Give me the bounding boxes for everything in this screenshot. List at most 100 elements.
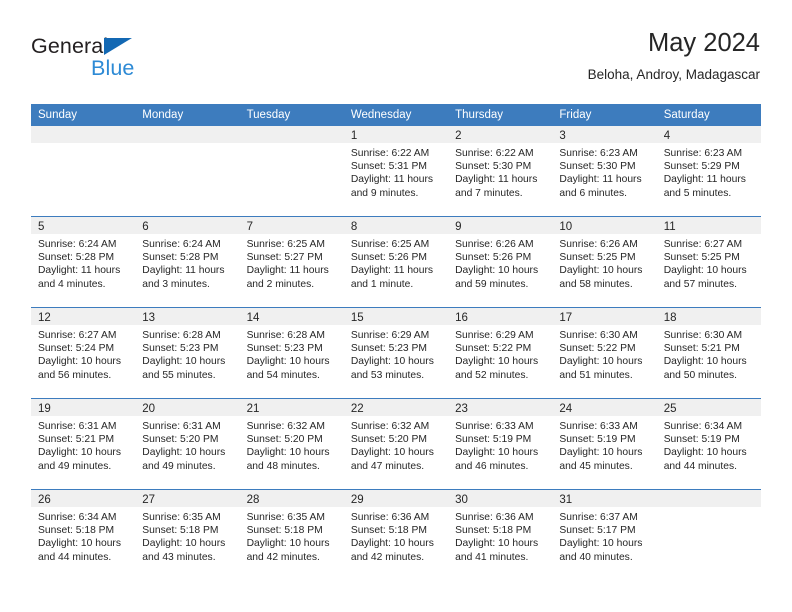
daylight-text-line2: and 50 minutes. <box>663 369 737 381</box>
sunset-text: Sunset: 5:26 PM <box>455 252 532 264</box>
sunset-text: Sunset: 5:31 PM <box>350 161 427 173</box>
daylight-text-line2: and 56 minutes. <box>38 369 112 381</box>
day-details: Sunrise: 6:26 AM Sunset: 5:25 PM Daylight:… <box>552 234 656 291</box>
day-number: 22 <box>343 399 449 416</box>
calendar-day-cell[interactable]: 30 Sunrise: 6:36 AM Sunset: 5:18 PM Dayligh… <box>448 489 553 580</box>
general-blue-logo[interactable]: General Blue <box>31 34 251 86</box>
calendar-day-cell[interactable]: 19 Sunrise: 6:31 AM Sunset: 5:21 PM Dayligh… <box>31 398 136 490</box>
sunrise-text: Sunrise: 6:24 AM <box>142 239 221 250</box>
daylight-text-line1: Daylight: 11 hours <box>663 174 746 186</box>
daylight-text-line1: Daylight: 11 hours <box>350 265 434 277</box>
calendar-day-cell[interactable]: 9 Sunrise: 6:26 AM Sunset: 5:26 PM Daylight… <box>448 216 553 308</box>
day-details: Sunrise: 6:29 AM Sunset: 5:23 PM Daylight:… <box>344 325 448 382</box>
day-number: 26 <box>31 490 136 507</box>
logo-triangle-icon <box>104 38 132 55</box>
sunrise-text: Sunrise: 6:25 AM <box>350 239 430 250</box>
sunset-text: Sunset: 5:26 PM <box>350 252 427 264</box>
sunset-text: Sunset: 5:23 PM <box>142 343 219 355</box>
calendar-day-cell[interactable]: 14 Sunrise: 6:28 AM Sunset: 5:23 PM Dayligh… <box>239 307 344 399</box>
page-subtitle: Beloha, Androy, Madagascar <box>587 67 760 82</box>
calendar-day-cell[interactable]: 7 Sunrise: 6:25 AM Sunset: 5:27 PM Daylight… <box>239 216 344 308</box>
day-number: 5 <box>31 217 136 234</box>
sunset-text: Sunset: 5:18 PM <box>455 525 532 537</box>
sunrise-text: Sunrise: 6:33 AM <box>559 421 638 432</box>
daylight-text-line2: and 9 minutes. <box>350 187 419 199</box>
daylight-text-line2: and 40 minutes. <box>559 551 633 563</box>
calendar-day-cell[interactable]: 6 Sunrise: 6:24 AM Sunset: 5:28 PM Daylight… <box>135 216 240 308</box>
calendar-day-cell[interactable]: 4 Sunrise: 6:23 AM Sunset: 5:29 PM Daylight… <box>656 126 761 217</box>
sunrise-text: Sunrise: 6:31 AM <box>142 421 221 432</box>
calendar-day-cell[interactable]: 13 Sunrise: 6:28 AM Sunset: 5:23 PM Dayligh… <box>135 307 240 399</box>
page-header: General Blue May 2024 Beloha, Androy, Ma… <box>31 28 760 94</box>
sunrise-text: Sunrise: 6:33 AM <box>455 421 534 432</box>
day-number: 13 <box>135 308 240 325</box>
sunrise-text: Sunrise: 6:26 AM <box>455 239 534 250</box>
daylight-text-line1: Daylight: 10 hours <box>246 538 330 550</box>
calendar-day-cell[interactable]: 31 Sunrise: 6:37 AM Sunset: 5:17 PM Dayligh… <box>552 489 657 580</box>
sunrise-text: Sunrise: 6:30 AM <box>559 330 638 341</box>
daylight-text-line2: and 1 minute. <box>350 278 414 290</box>
sunrise-text: Sunrise: 6:28 AM <box>246 330 325 341</box>
calendar-day-cell[interactable]: 12 Sunrise: 6:27 AM Sunset: 5:24 PM Dayligh… <box>31 307 136 399</box>
daylight-text-line1: Daylight: 10 hours <box>350 538 434 550</box>
day-details: Sunrise: 6:37 AM Sunset: 5:17 PM Daylight:… <box>552 507 656 564</box>
sunrise-text: Sunrise: 6:26 AM <box>559 239 638 250</box>
calendar-week-row: 12 Sunrise: 6:27 AM Sunset: 5:24 PM Dayligh… <box>31 307 761 399</box>
calendar-day-cell[interactable]: 11 Sunrise: 6:27 AM Sunset: 5:25 PM Dayligh… <box>656 216 761 308</box>
sunset-text: Sunset: 5:29 PM <box>663 161 740 173</box>
calendar-day-cell[interactable]: 10 Sunrise: 6:26 AM Sunset: 5:25 PM Dayligh… <box>552 216 657 308</box>
calendar-day-cell[interactable]: 22 Sunrise: 6:32 AM Sunset: 5:20 PM Dayligh… <box>343 398 449 490</box>
day-details: Sunrise: 6:33 AM Sunset: 5:19 PM Daylight:… <box>448 416 552 473</box>
day-number <box>656 490 761 507</box>
daylight-text-line2: and 46 minutes. <box>455 460 529 472</box>
calendar-day-cell[interactable]: 17 Sunrise: 6:30 AM Sunset: 5:22 PM Dayligh… <box>552 307 657 399</box>
daylight-text-line2: and 5 minutes. <box>663 187 732 199</box>
sunset-text: Sunset: 5:22 PM <box>455 343 532 355</box>
day-details: Sunrise: 6:24 AM Sunset: 5:28 PM Daylight:… <box>135 234 239 291</box>
daylight-text-line1: Daylight: 10 hours <box>559 265 643 277</box>
day-details: Sunrise: 6:30 AM Sunset: 5:21 PM Daylight:… <box>657 325 761 382</box>
sunset-text: Sunset: 5:19 PM <box>455 434 532 446</box>
calendar-day-cell[interactable]: 3 Sunrise: 6:23 AM Sunset: 5:30 PM Daylight… <box>552 126 657 217</box>
day-number: 2 <box>448 126 553 143</box>
sunrise-text: Sunrise: 6:34 AM <box>38 512 117 523</box>
day-number: 20 <box>135 399 240 416</box>
daylight-text-line2: and 51 minutes. <box>559 369 633 381</box>
sunset-text: Sunset: 5:25 PM <box>663 252 740 264</box>
daylight-text-line2: and 45 minutes. <box>559 460 633 472</box>
calendar-day-cell[interactable]: 23 Sunrise: 6:33 AM Sunset: 5:19 PM Dayligh… <box>448 398 553 490</box>
calendar-day-cell[interactable]: 2 Sunrise: 6:22 AM Sunset: 5:30 PM Daylight… <box>448 126 553 217</box>
day-number: 10 <box>552 217 657 234</box>
daylight-text-line1: Daylight: 10 hours <box>38 538 121 550</box>
calendar-day-cell[interactable]: 8 Sunrise: 6:25 AM Sunset: 5:26 PM Daylight… <box>343 216 449 308</box>
calendar-day-cell[interactable]: 24 Sunrise: 6:33 AM Sunset: 5:19 PM Dayligh… <box>552 398 657 490</box>
calendar-day-cell[interactable]: 27 Sunrise: 6:35 AM Sunset: 5:18 PM Dayligh… <box>135 489 240 580</box>
daylight-text-line1: Daylight: 10 hours <box>246 447 330 459</box>
calendar-day-cell[interactable]: 29 Sunrise: 6:36 AM Sunset: 5:18 PM Dayligh… <box>343 489 449 580</box>
day-details: Sunrise: 6:35 AM Sunset: 5:18 PM Daylight:… <box>240 507 344 564</box>
calendar-day-cell[interactable]: 18 Sunrise: 6:30 AM Sunset: 5:21 PM Dayligh… <box>656 307 761 399</box>
daylight-text-line2: and 3 minutes. <box>142 278 210 290</box>
daylight-text-line1: Daylight: 11 hours <box>455 174 538 186</box>
day-details: Sunrise: 6:35 AM Sunset: 5:18 PM Daylight:… <box>135 507 239 564</box>
daylight-text-line2: and 49 minutes. <box>142 460 216 472</box>
calendar-day-cell[interactable]: 26 Sunrise: 6:34 AM Sunset: 5:18 PM Dayligh… <box>31 489 136 580</box>
day-details: Sunrise: 6:31 AM Sunset: 5:20 PM Daylight:… <box>135 416 239 473</box>
calendar-day-cell[interactable]: 5 Sunrise: 6:24 AM Sunset: 5:28 PM Daylight… <box>31 216 136 308</box>
day-details: Sunrise: 6:25 AM Sunset: 5:26 PM Daylight:… <box>344 234 448 291</box>
weekday-header-row: Sunday Monday Tuesday Wednesday Thursday… <box>31 104 761 126</box>
calendar-day-cell[interactable]: 16 Sunrise: 6:29 AM Sunset: 5:22 PM Dayligh… <box>448 307 553 399</box>
sunset-text: Sunset: 5:28 PM <box>142 252 219 264</box>
calendar-day-cell[interactable]: 28 Sunrise: 6:35 AM Sunset: 5:18 PM Dayligh… <box>239 489 344 580</box>
calendar-day-cell-empty <box>239 126 344 217</box>
calendar-day-cell[interactable]: 1 Sunrise: 6:22 AM Sunset: 5:31 PM Daylight… <box>343 126 449 217</box>
daylight-text-line1: Daylight: 11 hours <box>246 265 329 277</box>
calendar-day-cell[interactable]: 20 Sunrise: 6:31 AM Sunset: 5:20 PM Dayligh… <box>135 398 240 490</box>
calendar-day-cell[interactable]: 25 Sunrise: 6:34 AM Sunset: 5:19 PM Dayligh… <box>656 398 761 490</box>
daylight-text-line2: and 7 minutes. <box>455 187 523 199</box>
calendar-day-cell[interactable]: 21 Sunrise: 6:32 AM Sunset: 5:20 PM Dayligh… <box>239 398 344 490</box>
calendar-day-cell[interactable]: 15 Sunrise: 6:29 AM Sunset: 5:23 PM Dayligh… <box>343 307 449 399</box>
day-number: 7 <box>239 217 344 234</box>
sunrise-text: Sunrise: 6:30 AM <box>663 330 743 341</box>
sunset-text: Sunset: 5:21 PM <box>38 434 115 446</box>
